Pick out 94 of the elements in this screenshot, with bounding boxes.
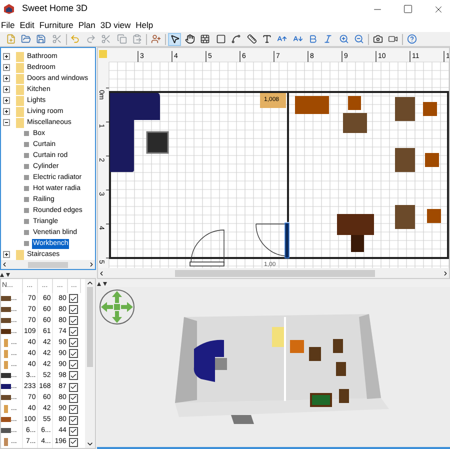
menu-item[interactable]: Furniture <box>39 18 74 32</box>
bold-icon <box>308 34 318 44</box>
close-icon[interactable] <box>433 4 444 14</box>
text-icon <box>262 34 272 44</box>
toolbar-button[interactable] <box>245 32 258 46</box>
expand-icon[interactable] <box>3 97 10 104</box>
menu-item[interactable]: 3D view <box>100 18 131 32</box>
navigation-arrows-icon[interactable] <box>99 288 135 326</box>
wall[interactable] <box>109 91 449 259</box>
maximize-icon[interactable] <box>403 4 413 14</box>
sofa[interactable] <box>110 93 160 172</box>
text-smaller-icon <box>292 34 303 44</box>
zoom-out-icon <box>354 34 364 44</box>
new-file-icon <box>6 34 16 44</box>
expand-icon[interactable] <box>3 251 10 258</box>
help-icon <box>407 34 418 44</box>
visible-checkbox[interactable] <box>69 404 78 414</box>
save-icon <box>36 34 46 44</box>
splitter-arrows-icon[interactable] <box>0 272 10 276</box>
toolbar-button[interactable] <box>214 32 228 46</box>
chair-icon <box>1 405 11 414</box>
text-bigger-icon <box>277 34 288 44</box>
menu-item[interactable]: File <box>1 18 15 32</box>
horizontal-scrollbar[interactable] <box>1 260 95 269</box>
open-folder-icon <box>20 34 31 44</box>
hand-icon <box>184 34 195 44</box>
horizontal-scrollbar[interactable] <box>98 268 449 278</box>
camera-icon <box>373 34 384 44</box>
room-icon <box>216 34 226 44</box>
visible-checkbox[interactable] <box>69 416 78 425</box>
visible-checkbox[interactable] <box>69 426 78 436</box>
lamp-icon <box>1 427 11 436</box>
app-logo-icon <box>4 4 14 14</box>
scissors-icon <box>101 34 112 44</box>
door[interactable] <box>190 230 224 264</box>
visible-checkbox[interactable] <box>69 394 78 403</box>
door-icon <box>1 438 11 446</box>
toolbar-button[interactable] <box>372 32 385 46</box>
visible-checkbox[interactable] <box>69 349 78 358</box>
expand-icon[interactable] <box>3 75 10 82</box>
folder-icon <box>16 250 24 260</box>
selected-wall[interactable] <box>284 222 290 258</box>
scroll-right-icon[interactable] <box>88 261 95 268</box>
visible-checkbox[interactable] <box>69 327 78 336</box>
vertical-scrollbar[interactable] <box>85 279 95 448</box>
table-icon <box>1 328 11 336</box>
toolbar-button[interactable] <box>168 32 182 46</box>
scroll-up-icon[interactable] <box>86 279 94 287</box>
visible-checkbox[interactable] <box>69 371 78 380</box>
expand-icon[interactable] <box>3 53 10 60</box>
video-icon <box>388 34 398 44</box>
expand-icon[interactable] <box>3 64 10 71</box>
visible-checkbox[interactable] <box>69 305 78 314</box>
scissors-icon <box>52 34 62 44</box>
cabinet[interactable] <box>260 93 286 108</box>
undo-icon <box>70 34 80 44</box>
window-title: Sweet Home 3D <box>22 2 88 16</box>
scroll-right-icon[interactable] <box>442 270 449 276</box>
toolbar-button[interactable] <box>230 32 243 46</box>
desk-icon <box>1 394 11 402</box>
stove[interactable] <box>146 131 169 154</box>
scroll-left-icon[interactable] <box>98 270 105 276</box>
toolbar-button[interactable] <box>183 32 196 46</box>
cabinet-icon <box>1 416 11 424</box>
expand-icon[interactable] <box>3 108 10 115</box>
polyline-icon <box>231 34 242 44</box>
scroll-down-icon[interactable] <box>86 440 94 448</box>
visible-checkbox[interactable] <box>69 438 78 447</box>
visible-checkbox[interactable] <box>69 360 78 370</box>
visible-checkbox[interactable] <box>69 382 78 392</box>
visible-checkbox[interactable] <box>69 338 78 348</box>
visible-checkbox[interactable] <box>69 294 78 304</box>
splitter-arrows-icon[interactable] <box>97 280 107 286</box>
redo-icon <box>86 34 96 44</box>
plan-corner-icon <box>99 50 107 58</box>
copy-icon <box>116 34 127 44</box>
menu-item[interactable]: Edit <box>20 18 34 32</box>
menu-item[interactable]: Help <box>136 18 154 32</box>
zoom-in-icon <box>338 34 349 44</box>
sofa-icon <box>1 383 11 392</box>
collapse-icon[interactable] <box>3 119 10 126</box>
wall-icon <box>200 34 210 44</box>
italic-icon <box>323 34 334 44</box>
pointer-icon <box>170 34 180 44</box>
scroll-left-icon[interactable] <box>1 261 8 268</box>
ruler-icon <box>246 34 257 44</box>
visible-checkbox[interactable] <box>69 316 78 326</box>
door-sill <box>190 262 224 266</box>
paste-icon <box>132 34 142 44</box>
menu-item[interactable]: Plan <box>78 18 96 32</box>
add-furniture-icon <box>150 34 161 44</box>
expand-icon[interactable] <box>3 86 10 93</box>
toolbar-button[interactable] <box>198 32 212 46</box>
stove-icon <box>1 372 11 380</box>
